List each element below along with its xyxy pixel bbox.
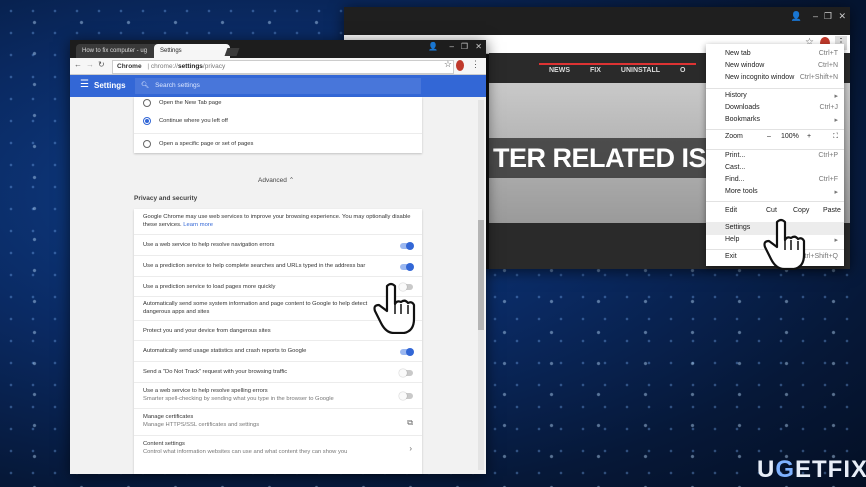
menu-more-tools[interactable]: More tools ▸ <box>725 188 838 199</box>
toggle-do-not-track[interactable] <box>399 369 413 377</box>
zoom-label: Zoom <box>725 133 743 140</box>
paste-button[interactable]: Paste <box>823 207 841 214</box>
toggle-spelling[interactable] <box>399 392 413 400</box>
reload-icon[interactable]: ↻ <box>98 60 105 69</box>
setting-navigation-errors[interactable]: Use a web service to help resolve naviga… <box>134 234 422 256</box>
chevron-up-icon: ⌃ <box>288 177 295 184</box>
radio-continue[interactable] <box>143 117 151 125</box>
close-icon[interactable]: ✕ <box>838 11 846 22</box>
settings-title: Settings <box>94 81 126 90</box>
menu-downloads[interactable]: Downloads Ctrl+J <box>725 104 838 115</box>
toggle-usage-stats[interactable] <box>400 348 414 356</box>
settings-header: ☰ Settings 🔍︎ Search settings <box>70 75 486 97</box>
menu-print[interactable]: Print... Ctrl+P <box>725 152 838 163</box>
zoom-out-button[interactable]: – <box>767 133 771 140</box>
zoom-in-button[interactable]: + <box>807 133 811 140</box>
extension-icon[interactable] <box>456 60 464 71</box>
back-arrow-icon[interactable]: ← <box>74 60 82 69</box>
minimize-icon[interactable]: – <box>450 42 454 51</box>
back-title-bar: 👤 – ❐ ✕ <box>344 7 850 35</box>
bookmark-star-icon[interactable]: ☆ <box>444 59 452 70</box>
setting-do-not-track[interactable]: Send a "Do Not Track" request with your … <box>134 361 422 383</box>
menu-new-window[interactable]: New window Ctrl+N <box>725 62 838 73</box>
menu-cast[interactable]: Cast... <box>725 164 838 175</box>
setting-manage-certificates[interactable]: Manage certificates Manage HTTPS/SSL cer… <box>134 408 422 436</box>
restore-icon[interactable]: ❐ <box>824 11 832 22</box>
zoom-value: 100% <box>781 133 799 140</box>
setting-spelling[interactable]: Use a web service to help resolve spelli… <box>134 382 422 409</box>
startup-option-specific[interactable]: Open a specific page or set of pages <box>134 133 422 154</box>
menu-find[interactable]: Find... Ctrl+F <box>725 176 838 187</box>
new-tab-button[interactable] <box>224 48 240 56</box>
setting-prediction-search[interactable]: Use a prediction service to help complet… <box>134 255 422 277</box>
copy-button[interactable]: Copy <box>793 207 809 214</box>
pointing-hand-icon-menu <box>763 218 806 270</box>
toolbar: ← → ↻ Chrome | chrome://settings/privacy… <box>70 58 486 75</box>
nav-more[interactable]: O <box>670 63 696 76</box>
setting-usage-stats[interactable]: Automatically send usage statistics and … <box>134 340 422 362</box>
menu-zoom-row: Zoom – 100% + ⛶ <box>725 133 838 144</box>
section-title: Privacy and security <box>134 195 198 202</box>
cut-button[interactable]: Cut <box>766 207 777 214</box>
radio-new-tab[interactable] <box>143 99 151 107</box>
restore-icon[interactable]: ❐ <box>461 42 468 51</box>
ugetfix-watermark: UGETFIX <box>757 456 866 483</box>
search-icon: 🔍︎ <box>141 82 150 89</box>
tab-strip: How to fix computer - ug Settings 👤 – ❐ … <box>70 40 486 58</box>
tab-settings[interactable]: Settings <box>154 44 230 58</box>
external-link-icon[interactable]: ⧉ <box>407 418 413 428</box>
menu-bookmarks[interactable]: Bookmarks ▸ <box>725 116 838 127</box>
nav-uninstall[interactable]: UNINSTALL <box>610 63 671 76</box>
chrome-chip: Chrome <box>117 63 142 70</box>
toggle-prediction-search[interactable] <box>400 263 414 271</box>
tab-article[interactable]: How to fix computer - ug <box>76 44 160 58</box>
privacy-intro: Google Chrome may use web services to im… <box>143 214 411 228</box>
privacy-card: Google Chrome may use web services to im… <box>134 209 422 474</box>
learn-more-link[interactable]: Learn more <box>183 222 213 228</box>
close-icon[interactable]: ✕ <box>475 42 482 51</box>
forward-arrow-icon[interactable]: → <box>86 60 94 69</box>
minimize-icon[interactable]: – <box>813 11 818 21</box>
nav-fix[interactable]: FIX <box>580 63 611 76</box>
startup-option-new-tab[interactable]: Open the New Tab page <box>134 97 422 109</box>
edit-label: Edit <box>725 207 738 214</box>
user-icon[interactable]: 👤 <box>428 42 438 51</box>
toggle-navigation-errors[interactable] <box>400 242 414 250</box>
search-settings-input[interactable]: 🔍︎ Search settings <box>135 78 421 94</box>
hamburger-icon[interactable]: ☰ <box>80 79 89 90</box>
scrollbar[interactable] <box>478 100 484 470</box>
scrollbar-thumb[interactable] <box>478 220 484 330</box>
radio-specific-pages[interactable] <box>143 140 151 148</box>
menu-history[interactable]: History ▸ <box>725 92 838 103</box>
address-bar[interactable]: Chrome | chrome://settings/privacy <box>112 60 454 74</box>
menu-new-incognito[interactable]: New incognito window Ctrl+Shift+N <box>725 74 838 85</box>
site-nav: NEWS FIX UNINSTALL O <box>539 63 696 76</box>
setting-content-settings[interactable]: Content settings Control what informatio… <box>134 435 422 463</box>
menu-new-tab[interactable]: New tab Ctrl+T <box>725 50 838 61</box>
startup-option-continue[interactable]: Continue where you left off <box>134 111 422 131</box>
nav-news[interactable]: NEWS <box>539 63 580 76</box>
pointing-hand-icon <box>373 282 416 334</box>
chevron-right-icon[interactable]: › <box>409 444 412 453</box>
menu-dots-icon[interactable]: ⋮ <box>471 59 480 70</box>
advanced-toggle[interactable]: Advanced ⌃ <box>258 176 294 184</box>
settings-browser-window: How to fix computer - ug Settings 👤 – ❐ … <box>70 40 486 474</box>
on-startup-card: Open the New Tab page Continue where you… <box>134 97 422 153</box>
user-icon[interactable]: 👤 <box>791 11 802 22</box>
fullscreen-icon[interactable]: ⛶ <box>833 133 838 141</box>
